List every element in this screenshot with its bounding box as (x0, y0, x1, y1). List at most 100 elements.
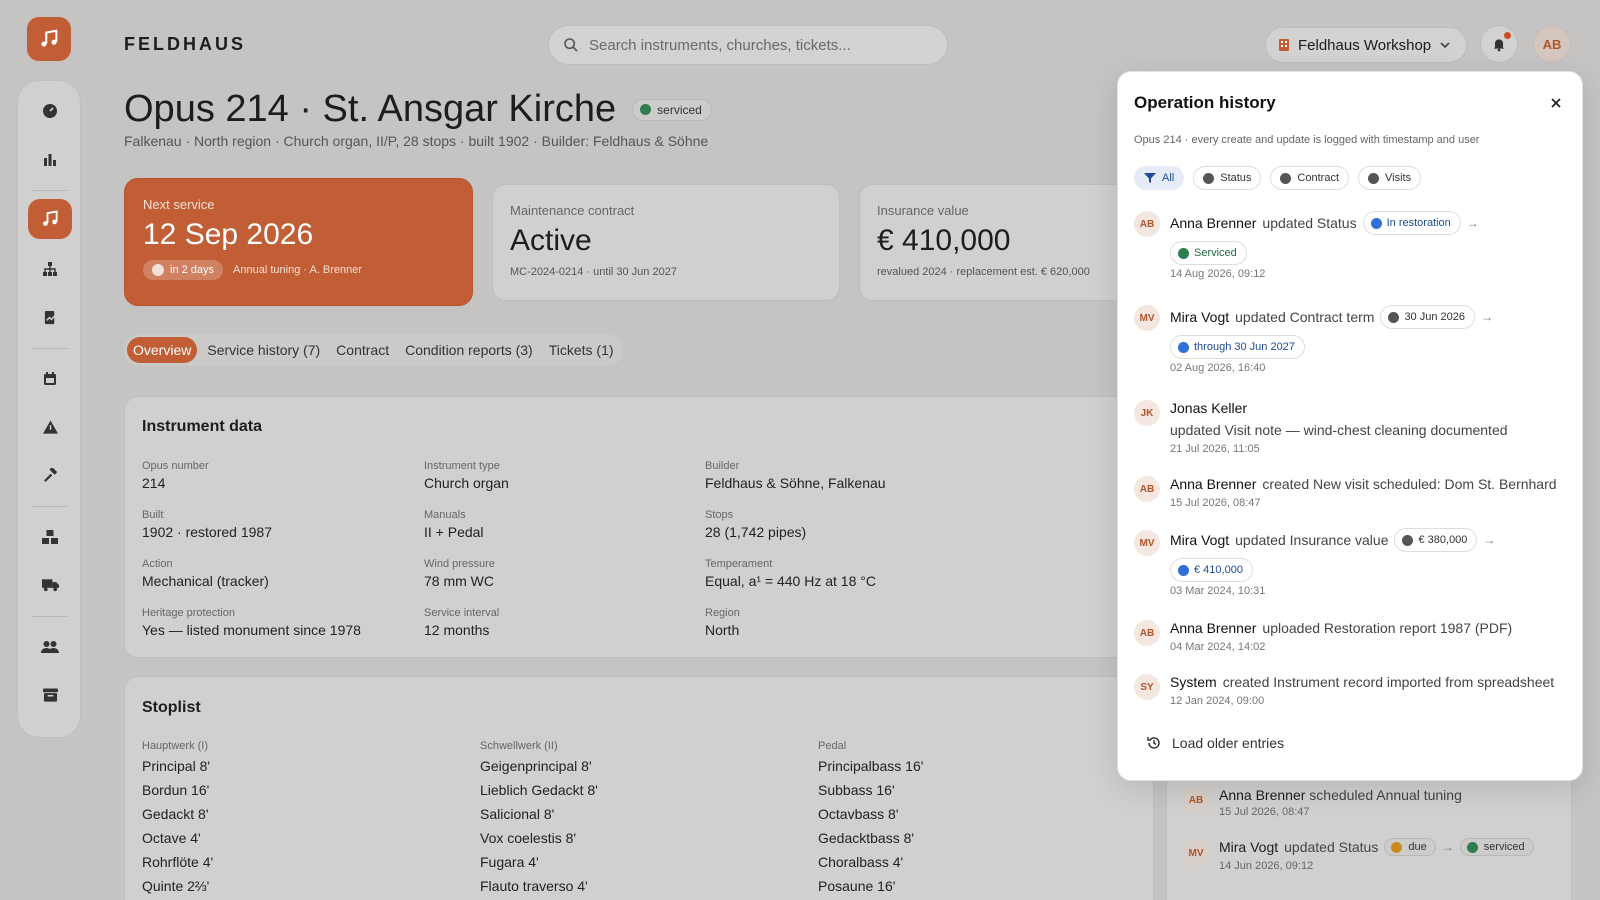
nav-dashboard[interactable] (28, 91, 72, 131)
field-service-interval: Service interval 12 months (424, 607, 499, 638)
nav-hierarchy[interactable] (28, 249, 72, 289)
stop-item: Principalbass 16' (818, 758, 924, 774)
stop-item: Octave 4' (142, 830, 201, 846)
tab-tickets[interactable]: Tickets (1) (543, 337, 620, 363)
status-dot (1402, 534, 1414, 546)
field-heritage: Heritage protection Yes — listed monument… (142, 607, 361, 638)
field-region: Region North (705, 607, 740, 638)
load-older-button[interactable]: Load older entries (1146, 735, 1284, 751)
clock-icon (152, 264, 164, 276)
gauge-icon (43, 104, 57, 118)
division-name: Schwellwerk (II) (480, 740, 558, 752)
stop-division-schwellwerk: Schwellwerk (II) Geigenprincipal 8' Lieb… (480, 740, 598, 898)
status-dot (640, 104, 652, 115)
chip-label: € 380,000 (1418, 534, 1468, 546)
entry-user: System (1170, 674, 1217, 690)
kpi-value: € 410,000 (877, 224, 1011, 257)
stop-division-pedal: Pedal Principalbass 16' Subbass 16' Octa… (818, 740, 923, 898)
kpi-sub: MC-2024-0214 · until 30 Jun 2027 (510, 266, 677, 278)
search-icon (564, 38, 578, 52)
kpi-insurance[interactable]: Insurance value € 410,000 revalued 2024 … (859, 184, 1149, 301)
activity-entry: AB Anna Brenner scheduled Annual tuning … (1181, 787, 1561, 818)
entry-avatar: AB (1183, 787, 1209, 813)
kpi-contract[interactable]: Maintenance contract Active MC-2024-0214… (492, 184, 840, 301)
history-icon (1147, 737, 1160, 749)
nav-logistics[interactable] (28, 565, 72, 605)
global-search[interactable] (548, 25, 948, 65)
entry-time: 04 Mar 2024, 14:02 (1170, 641, 1266, 653)
tab-contract[interactable]: Contract (330, 337, 395, 363)
close-button[interactable] (1546, 93, 1566, 113)
filter-dot (1203, 172, 1215, 184)
entry-avatar: AB (1134, 476, 1160, 502)
workspace-switcher[interactable]: Feldhaus Workshop (1265, 27, 1467, 63)
filter-all[interactable]: All (1134, 166, 1185, 190)
nav-instruments[interactable] (28, 199, 72, 239)
filter-contract[interactable]: Contract (1270, 166, 1349, 190)
field-value: Yes — listed monument since 1978 (142, 622, 361, 638)
panel-subtitle: Opus 214 · every create and update is lo… (1134, 134, 1480, 146)
filter-label: Visits (1385, 172, 1412, 184)
filter-status[interactable]: Status (1193, 166, 1262, 190)
filter-label: Contract (1297, 172, 1339, 184)
chip-label: due (1408, 841, 1427, 853)
kpi-value: 12 Sep 2026 (143, 218, 314, 251)
division-name: Hauptwerk (I) (142, 740, 209, 752)
filter-label: Status (1220, 172, 1252, 184)
users-icon (41, 641, 59, 653)
tab-service-history[interactable]: Service history (7) (201, 337, 326, 363)
entry-user: Mira Vogt (1170, 309, 1230, 325)
from-chip: 30 Jun 2026 (1380, 305, 1475, 329)
nav-calendar[interactable] (28, 359, 72, 399)
field-label: Temperament (705, 558, 773, 570)
stop-item: Bordun 16' (142, 782, 210, 798)
status-dot (1178, 341, 1189, 353)
nav-inventory[interactable] (28, 517, 72, 557)
entry-action: updated Status (1284, 839, 1379, 855)
chevron-down-icon (1440, 42, 1450, 49)
notifications-button[interactable] (1480, 25, 1518, 63)
to-chip: Serviced (1170, 241, 1247, 265)
field-action: Action Mechanical (tracker) (142, 558, 269, 589)
tab-overview[interactable]: Overview (127, 337, 198, 363)
field-stops: Stops 28 (1,742 pipes) (705, 509, 806, 540)
nav-team[interactable] (28, 627, 72, 667)
page-subtitle: Falkenau · North region · Church organ, … (124, 133, 709, 149)
field-opus-number: Opus number 214 (142, 460, 209, 491)
kpi-value: Active (510, 224, 592, 257)
arrow-right-icon: → (1466, 216, 1479, 230)
field-wind-pressure: Wind pressure 78 mm WC (424, 558, 495, 589)
rail-divider (32, 348, 68, 349)
nav-archive[interactable] (28, 675, 72, 715)
kpi-sub: Annual tuning · A. Brenner (233, 264, 363, 276)
entry-user: Mira Vogt (1170, 532, 1230, 548)
chip-label: € 410,000 (1194, 564, 1243, 576)
stop-item: Posaune 16' (818, 878, 896, 894)
entry-action: updated Visit note — wind-chest cleaning… (1170, 422, 1508, 438)
nav-tools[interactable] (28, 455, 72, 495)
nav-reports[interactable] (28, 139, 72, 179)
music-note-icon (41, 29, 58, 47)
entry-time: 12 Jan 2024, 09:00 (1170, 695, 1265, 707)
warning-icon (42, 420, 58, 434)
archive-icon (42, 688, 58, 702)
filter-visits[interactable]: Visits (1358, 166, 1422, 190)
stop-item: Octavbass 8' (818, 806, 899, 822)
nav-alerts[interactable] (28, 407, 72, 447)
search-input[interactable] (589, 36, 933, 54)
tab-condition-reports[interactable]: Condition reports (3) (399, 337, 539, 363)
bar-chart-icon (44, 154, 56, 166)
nav-documents[interactable] (28, 297, 72, 337)
history-entry: AB Anna Brenner created New visit schedul… (1134, 474, 1568, 509)
kpi-next-service[interactable]: Next service 12 Sep 2026 in 2 days Annua… (124, 178, 473, 306)
entry-action: updated Contract term (1235, 309, 1375, 325)
field-value: 78 mm WC (424, 573, 494, 589)
user-avatar[interactable]: AB (1533, 25, 1571, 63)
history-entry: JK Jonas Keller updated Visit note — win… (1134, 398, 1568, 455)
operation-history-panel: Operation history Opus 214 · every creat… (1117, 71, 1583, 781)
app-logo[interactable] (27, 17, 71, 61)
kpi-sub: revalued 2024 · replacement est. € 620,0… (877, 266, 1090, 278)
status-dot (1466, 841, 1478, 853)
division-name: Pedal (818, 740, 847, 752)
document-chart-icon (44, 310, 57, 324)
